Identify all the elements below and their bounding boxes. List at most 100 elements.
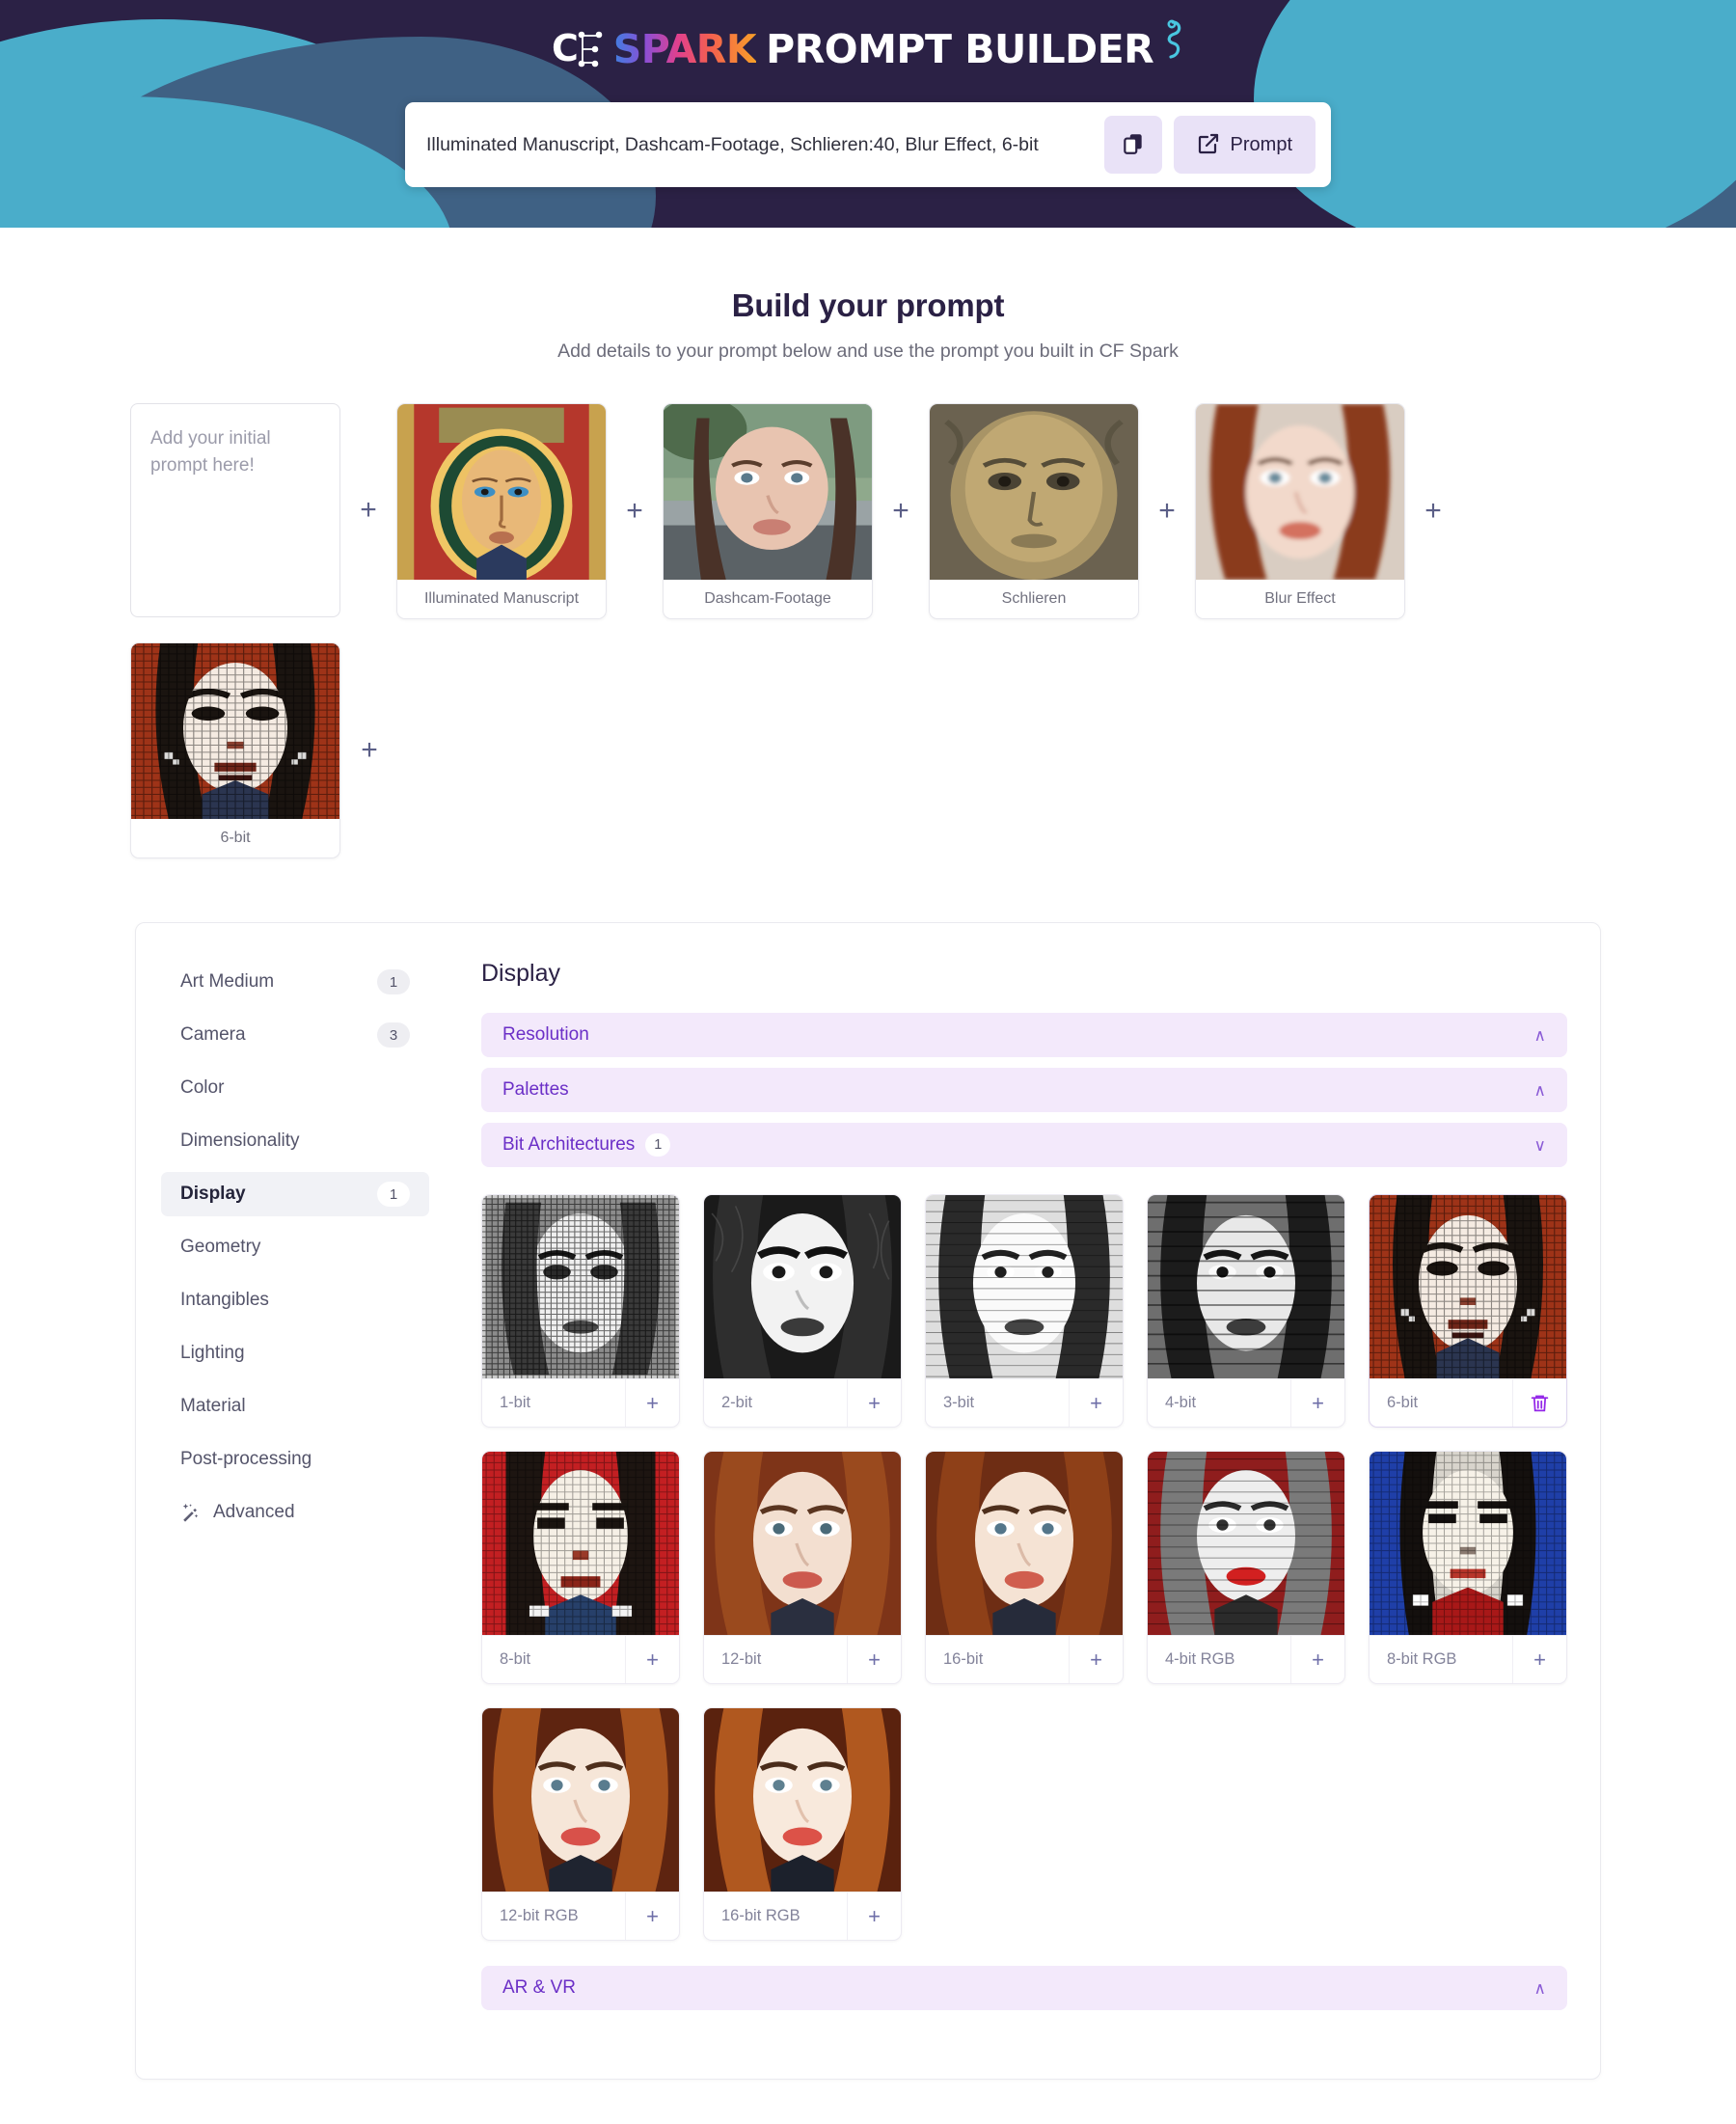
sidebar-item-geometry[interactable]: Geometry [161, 1225, 429, 1269]
page-title: Build your prompt [731, 287, 1005, 323]
accordion-resolution[interactable]: Resolution ∧ [481, 1013, 1567, 1057]
item-thumbnail [704, 1452, 901, 1635]
app-header: C SPARK PROMPT BUILDER Illuminated Manus… [0, 0, 1736, 228]
item-label: 8-bit [500, 1650, 531, 1668]
trash-icon[interactable] [1512, 1379, 1566, 1427]
content-title: Display [481, 960, 560, 987]
sidebar-item-label: Dimensionality [180, 1130, 300, 1151]
cf-mark-icon: C [552, 28, 604, 70]
sidebar-item-count: 1 [377, 969, 410, 994]
item-footer: 16-bit RGB + [704, 1892, 901, 1940]
chevron-up-icon: ∧ [1533, 1978, 1546, 1998]
item-thumbnail [1148, 1452, 1344, 1635]
item-footer: 3-bit + [926, 1378, 1123, 1427]
item-card-3-bit[interactable]: 3-bit + [925, 1194, 1124, 1428]
initial-prompt-input[interactable] [130, 403, 340, 617]
item-thumbnail [926, 1452, 1123, 1635]
sidebar-item-color[interactable]: Color [161, 1066, 429, 1110]
add-icon[interactable]: + [1069, 1379, 1123, 1427]
sidebar-item-display[interactable]: Display 1 [161, 1172, 429, 1216]
item-card-8-bit[interactable]: 8-bit + [481, 1451, 680, 1684]
chevron-up-icon: ∧ [1533, 1080, 1546, 1100]
builder-chip-group: Illuminated Manuscript + [396, 403, 663, 619]
prompt-output-text[interactable]: Illuminated Manuscript, Dashcam-Footage,… [426, 130, 1093, 159]
accordion-bit-architectures[interactable]: Bit Architectures 1 ∨ [481, 1123, 1567, 1167]
chip-label: Dashcam-Footage [704, 590, 831, 607]
item-label: 2-bit [721, 1394, 753, 1411]
accordion-label: AR & VR [502, 1977, 577, 1998]
sidebar-item-label: Art Medium [180, 971, 275, 992]
sidebar-item-dimensionality[interactable]: Dimensionality [161, 1119, 429, 1163]
add-icon[interactable]: + [625, 1893, 679, 1940]
main-panel: Art Medium 1 Camera 3 Color Dimensionali… [135, 922, 1601, 2080]
separator-plus-3: + [1158, 495, 1176, 527]
add-icon[interactable]: + [847, 1893, 901, 1940]
chip-label: Blur Effect [1264, 590, 1336, 607]
add-icon[interactable]: + [847, 1379, 901, 1427]
copy-icon [1121, 131, 1146, 159]
chip-thumbnail [1196, 404, 1404, 580]
builder-chip-schlieren[interactable]: Schlieren [929, 403, 1139, 619]
item-label: 4-bit [1165, 1394, 1197, 1411]
item-card-8-bit-rgb[interactable]: 8-bit RGB + [1369, 1451, 1567, 1684]
add-icon[interactable]: + [847, 1636, 901, 1683]
sidebar-item-count: 1 [377, 1182, 410, 1207]
intro-block: Build your prompt Add details to your pr… [0, 228, 1736, 363]
accordion-ar-vr[interactable]: AR & VR ∧ [481, 1966, 1567, 2010]
add-icon[interactable]: + [625, 1379, 679, 1427]
accordion-palettes[interactable]: Palettes ∧ [481, 1068, 1567, 1112]
item-card-4-bit-rgb[interactable]: 4-bit RGB + [1147, 1451, 1345, 1684]
builder-chip-6-bit[interactable]: 6-bit [130, 642, 340, 858]
item-card-1-bit[interactable]: 1-bit + [481, 1194, 680, 1428]
svg-text:C: C [552, 28, 579, 69]
sidebar-item-label: Post-processing [180, 1449, 312, 1469]
separator-plus-1: + [626, 495, 643, 527]
chip-thumbnail [664, 404, 872, 580]
add-icon[interactable]: + [1069, 1636, 1123, 1683]
builder-chip-group: Schlieren + [929, 403, 1195, 619]
builder-chip-group: Dashcam-Footage + [663, 403, 929, 619]
separator-plus-0: + [360, 494, 377, 526]
item-card-2-bit[interactable]: 2-bit + [703, 1194, 902, 1428]
item-card-4-bit[interactable]: 4-bit + [1147, 1194, 1345, 1428]
builder-chip-group: Blur Effect + [1195, 403, 1461, 619]
sidebar-item-label: Display [180, 1184, 246, 1204]
add-icon[interactable]: + [1290, 1636, 1344, 1683]
item-label: 4-bit RGB [1165, 1650, 1235, 1668]
sidebar-item-camera[interactable]: Camera 3 [161, 1013, 429, 1057]
logo-spark-word: SPARK [612, 26, 757, 72]
builder-chip-dashcam-footage[interactable]: Dashcam-Footage [663, 403, 873, 619]
sidebar-item-intangibles[interactable]: Intangibles [161, 1278, 429, 1322]
item-card-12-bit-rgb[interactable]: 12-bit RGB + [481, 1707, 680, 1941]
item-card-16-bit[interactable]: 16-bit + [925, 1451, 1124, 1684]
category-sidebar: Art Medium 1 Camera 3 Color Dimensionali… [136, 923, 454, 2079]
prompt-bar: Illuminated Manuscript, Dashcam-Footage,… [405, 102, 1331, 187]
app-logo[interactable]: C SPARK PROMPT BUILDER [0, 0, 1736, 75]
sidebar-item-lighting[interactable]: Lighting [161, 1331, 429, 1375]
sidebar-item-material[interactable]: Material [161, 1384, 429, 1429]
item-footer: 12-bit + [704, 1635, 901, 1683]
open-prompt-button[interactable]: Prompt [1173, 116, 1316, 174]
item-thumbnail [482, 1708, 679, 1892]
sidebar-item-advanced[interactable]: Advanced [161, 1490, 429, 1535]
builder-chip-illuminated-manuscript[interactable]: Illuminated Manuscript [396, 403, 607, 619]
add-icon[interactable]: + [1512, 1636, 1566, 1683]
item-label: 6-bit [1387, 1394, 1419, 1411]
item-card-6-bit[interactable]: 6-bit [1369, 1194, 1567, 1428]
item-thumbnail [1370, 1452, 1566, 1635]
item-footer: 6-bit [1370, 1378, 1566, 1427]
copy-button[interactable] [1103, 116, 1162, 174]
builder-chip-blur-effect[interactable]: Blur Effect [1195, 403, 1405, 619]
item-label: 1-bit [500, 1394, 531, 1411]
add-icon[interactable]: + [1290, 1379, 1344, 1427]
item-footer: 16-bit + [926, 1635, 1123, 1683]
page-subtitle: Add details to your prompt below and use… [557, 340, 1179, 362]
sidebar-item-label: Lighting [180, 1343, 245, 1363]
sidebar-item-art-medium[interactable]: Art Medium 1 [161, 960, 429, 1004]
accordion-label: Resolution [502, 1024, 589, 1045]
item-card-12-bit[interactable]: 12-bit + [703, 1451, 902, 1684]
sidebar-item-post-processing[interactable]: Post-processing [161, 1437, 429, 1482]
item-card-16-bit-rgb[interactable]: 16-bit RGB + [703, 1707, 902, 1941]
builder-chip-group: 6-bit + [130, 642, 398, 858]
add-icon[interactable]: + [625, 1636, 679, 1683]
